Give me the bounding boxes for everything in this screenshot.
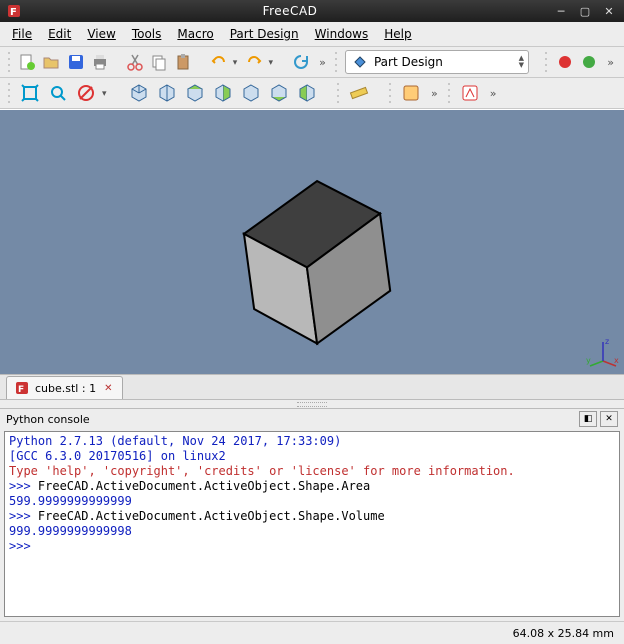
- grip-icon-5[interactable]: [335, 83, 341, 103]
- fit-all-button[interactable]: [18, 81, 42, 105]
- window-title: FreeCAD: [28, 4, 552, 18]
- status-dimensions: 64.08 x 25.84 mm: [513, 627, 614, 640]
- copy-button[interactable]: [149, 50, 169, 74]
- left-view-button[interactable]: [295, 81, 319, 105]
- toolbar-overflow-4[interactable]: »: [486, 87, 501, 100]
- spinner-arrows-icon: ▲▼: [519, 55, 524, 69]
- toolbar-view: ▾ » »: [0, 78, 624, 109]
- sketch-button[interactable]: [458, 81, 482, 105]
- draw-style-dropdown[interactable]: ▾: [102, 89, 111, 99]
- status-bar: 64.08 x 25.84 mm: [0, 621, 624, 644]
- panel-title: Python console: [6, 413, 576, 426]
- menu-view[interactable]: View: [79, 25, 123, 43]
- menu-tools[interactable]: Tools: [124, 25, 170, 43]
- grip-icon-2[interactable]: [334, 52, 339, 72]
- svg-text:y: y: [586, 356, 591, 365]
- print-button[interactable]: [90, 50, 110, 74]
- titlebar: F FreeCAD ─ ▢ ✕: [0, 0, 624, 22]
- app-window: { "title": "FreeCAD", "menu": ["File","E…: [0, 0, 624, 644]
- fit-selection-button[interactable]: [46, 81, 70, 105]
- front-view-button[interactable]: [155, 81, 179, 105]
- rear-view-button[interactable]: [239, 81, 263, 105]
- svg-text:x: x: [614, 356, 619, 365]
- freecad-doc-icon: F: [15, 381, 29, 395]
- svg-text:F: F: [18, 385, 24, 395]
- grip-icon[interactable]: [6, 52, 11, 72]
- tab-label: cube.stl : 1: [35, 382, 96, 395]
- axes-indicator: x y z: [586, 336, 620, 370]
- redo-button[interactable]: [244, 50, 264, 74]
- measure-button[interactable]: [347, 81, 371, 105]
- close-button[interactable]: ✕: [600, 3, 618, 19]
- grip-icon-7[interactable]: [446, 83, 452, 103]
- bottom-view-button[interactable]: [267, 81, 291, 105]
- toolbar-overflow-1[interactable]: »: [315, 56, 330, 69]
- python-console-panel: Python console ◧ ✕ Python 2.7.13 (defaul…: [0, 408, 624, 621]
- new-button[interactable]: [17, 50, 37, 74]
- menubar: File Edit View Tools Macro Part Design W…: [0, 22, 624, 47]
- console-output[interactable]: Python 2.7.13 (default, Nov 24 2017, 17:…: [4, 431, 620, 617]
- splitter-handle[interactable]: [0, 400, 624, 408]
- panel-close-button[interactable]: ✕: [600, 411, 618, 427]
- app-icon: F: [6, 3, 22, 19]
- minimize-button[interactable]: ─: [552, 3, 570, 19]
- draw-style-button[interactable]: [74, 81, 98, 105]
- refresh-button[interactable]: [291, 50, 311, 74]
- record-macro-button[interactable]: [555, 50, 575, 74]
- undo-button[interactable]: [208, 50, 228, 74]
- menu-windows[interactable]: Windows: [307, 25, 377, 43]
- save-button[interactable]: [66, 50, 86, 74]
- menu-help[interactable]: Help: [376, 25, 419, 43]
- undo-dropdown[interactable]: ▾: [233, 58, 241, 68]
- top-view-button[interactable]: [183, 81, 207, 105]
- grip-icon-4[interactable]: [6, 83, 12, 103]
- menu-macro[interactable]: Macro: [169, 25, 221, 43]
- workbench-label: Part Design: [374, 55, 443, 69]
- viewport-3d[interactable]: x y z: [0, 109, 624, 374]
- svg-text:z: z: [605, 337, 609, 346]
- menu-file[interactable]: File: [4, 25, 40, 43]
- grip-icon-3[interactable]: [544, 52, 549, 72]
- redo-dropdown[interactable]: ▾: [269, 58, 277, 68]
- toolbar-main: ▾ ▾ » Part Design ▲▼ »: [0, 47, 624, 78]
- workbench-icon: [352, 54, 368, 70]
- document-tabbar: F cube.stl : 1 ✕: [0, 374, 624, 400]
- cut-button[interactable]: [125, 50, 145, 74]
- iso-view-button[interactable]: [127, 81, 151, 105]
- open-button[interactable]: [41, 50, 61, 74]
- part-body-button[interactable]: [399, 81, 423, 105]
- workbench-selector[interactable]: Part Design ▲▼: [345, 50, 529, 74]
- menu-edit[interactable]: Edit: [40, 25, 79, 43]
- grip-icon-6[interactable]: [387, 83, 393, 103]
- toolbar-overflow-2[interactable]: »: [603, 56, 618, 69]
- right-view-button[interactable]: [211, 81, 235, 105]
- svg-text:F: F: [10, 7, 17, 18]
- stop-macro-button[interactable]: [579, 50, 599, 74]
- panel-float-button[interactable]: ◧: [579, 411, 597, 427]
- panel-header: Python console ◧ ✕: [0, 409, 624, 429]
- window-controls: ─ ▢ ✕: [552, 3, 618, 19]
- menu-partdesign[interactable]: Part Design: [222, 25, 307, 43]
- tab-close-button[interactable]: ✕: [102, 383, 114, 394]
- maximize-button[interactable]: ▢: [576, 3, 594, 19]
- toolbar-overflow-3[interactable]: »: [427, 87, 442, 100]
- paste-button[interactable]: [173, 50, 193, 74]
- cube-render: [0, 110, 624, 374]
- document-tab[interactable]: F cube.stl : 1 ✕: [6, 376, 123, 399]
